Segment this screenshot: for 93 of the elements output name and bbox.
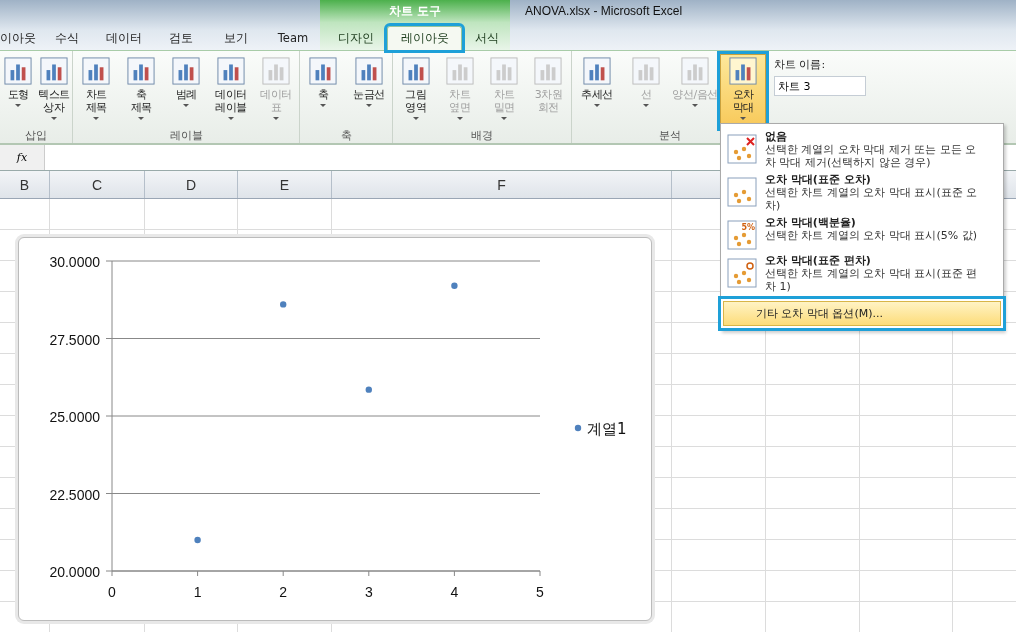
- group-label: 레이블: [168, 128, 204, 143]
- dropdown-caret-icon: [412, 117, 419, 120]
- chart-name-label: 차트 이름:: [774, 57, 827, 72]
- ribbon-button[interactable]: 추세선: [573, 54, 621, 128]
- ribbon-button[interactable]: 축 제목: [119, 54, 163, 128]
- group-label: 축: [339, 128, 353, 143]
- y-tick-label: 30.0000: [49, 254, 100, 270]
- ribbon-button[interactable]: 데이터 레이블: [209, 54, 253, 128]
- menu-item[interactable]: 없음 선택한 계열의 오차 막대 제거 또는 모든 오차 막대 제거(선택하지 않은 경우): [723, 128, 1001, 171]
- bar-chart-icon: [729, 57, 757, 85]
- menu-item[interactable]: 오차 막대(표준 편차) 선택한 차트 계열의 오차 막대 표시(표준 편차 1): [723, 252, 1001, 295]
- y-tick-label: 27.5000: [49, 331, 100, 348]
- dropdown-caret-icon: [643, 104, 649, 107]
- y-tick-label: 25.0000: [49, 409, 100, 425]
- ribbon-button[interactable]: 차트 제목: [74, 54, 118, 128]
- ribbon-button[interactable]: 범례: [164, 54, 208, 128]
- dropdown-caret-icon: [15, 104, 22, 107]
- ribbon-button[interactable]: 도형: [1, 54, 36, 128]
- data-point: [451, 282, 458, 289]
- function-label[interactable]: fx: [0, 145, 45, 170]
- column-header[interactable]: E: [238, 171, 332, 198]
- dropdown-caret-icon: [273, 117, 279, 120]
- column-header[interactable]: C: [50, 171, 145, 198]
- ribbon-button[interactable]: 그림 영역: [394, 54, 438, 128]
- bar-chart-icon: [681, 57, 709, 85]
- bar-chart-icon: [309, 57, 338, 85]
- ribbon-tab[interactable]: 수식: [40, 26, 94, 50]
- bar-chart-icon: [490, 57, 519, 85]
- dropdown-caret-icon: [501, 117, 508, 120]
- ribbon-tab[interactable]: 이아웃: [0, 26, 40, 50]
- bar-chart-icon: [401, 57, 430, 85]
- data-point: [280, 301, 287, 308]
- group-label: 삽입: [24, 128, 48, 143]
- dropdown-caret-icon: [365, 104, 372, 107]
- bar-chart-icon: [534, 57, 563, 85]
- ribbon-tab[interactable]: 검토: [153, 26, 209, 50]
- x-tick-label: 1: [193, 584, 202, 600]
- error-bar-icon: 5%: [727, 220, 757, 250]
- dropdown-caret-icon: [93, 117, 99, 120]
- error-bar-icon: [727, 177, 757, 207]
- window-title: ANOVA.xlsx - Microsoft Excel: [525, 4, 683, 18]
- dropdown-caret-icon: [740, 117, 746, 120]
- dropdown-caret-icon: [320, 104, 327, 107]
- dropdown-caret-icon: [138, 117, 144, 120]
- data-point: [365, 386, 372, 393]
- chart-name-field[interactable]: 차트 3: [774, 76, 866, 96]
- scatter-chart[interactable]: 20.0000 22.5000 25.0000 27.5000 30.0000 0 1 2 3 4 5 계열1: [18, 237, 652, 621]
- ribbon-button[interactable]: 축: [301, 54, 346, 128]
- ribbon-tab[interactable]: 보기: [209, 26, 262, 50]
- bar-chart-icon: [445, 57, 474, 85]
- bar-chart-icon: [583, 57, 611, 85]
- ribbon-tab[interactable]: 서식: [462, 26, 512, 50]
- x-tick-label: 4: [450, 584, 459, 600]
- y-tick-label: 22.5000: [49, 486, 100, 503]
- bar-chart-icon: [39, 57, 68, 85]
- x-tick-label: 0: [108, 584, 116, 600]
- ribbon-tab[interactable]: 데이터: [94, 26, 153, 50]
- ribbon-tab[interactable]: 디자인: [324, 26, 387, 50]
- bar-chart-icon: [172, 57, 200, 85]
- dropdown-caret-icon: [228, 117, 234, 120]
- contextual-group-title: 차트 도구: [387, 3, 443, 20]
- bar-chart-icon: [354, 57, 383, 85]
- bar-chart-icon: [217, 57, 245, 85]
- dropdown-caret-icon: [456, 117, 463, 120]
- x-tick-label: 2: [279, 584, 288, 600]
- dropdown-caret-icon: [692, 104, 698, 107]
- ribbon-button[interactable]: 눈금선: [346, 54, 391, 128]
- bar-chart-icon: [632, 57, 660, 85]
- menu-item[interactable]: 5% 오차 막대(백분율) 선택한 차트 계열의 오차 막대 표시(5% 값): [723, 214, 1001, 252]
- bar-chart-icon: [127, 57, 155, 85]
- x-tick-label: 3: [364, 584, 373, 600]
- error-bar-icon: [727, 134, 757, 164]
- column-header[interactable]: B: [0, 171, 50, 198]
- dropdown-caret-icon: [50, 117, 57, 120]
- dropdown-caret-icon: [594, 104, 600, 107]
- x-tick-label: 5: [536, 584, 544, 600]
- legend-label: 계열1: [587, 420, 627, 438]
- menu-item[interactable]: 오차 막대(표준 오차) 선택한 차트 계열의 오차 막대 표시(표준 오차): [723, 171, 1001, 214]
- column-header[interactable]: D: [145, 171, 238, 198]
- bar-chart-icon: [4, 57, 33, 85]
- bar-chart-icon: [262, 57, 290, 85]
- bar-chart-icon: [82, 57, 110, 85]
- y-tick-label: 20.0000: [49, 564, 100, 580]
- ribbon-button[interactable]: 오차 막대: [720, 54, 766, 128]
- ribbon-tab[interactable]: Team: [262, 26, 324, 50]
- data-point: [194, 536, 201, 544]
- group-label: 배경: [470, 128, 494, 143]
- ribbon-button[interactable]: 텍스트 상자: [36, 54, 71, 128]
- dropdown-caret-icon: [183, 104, 189, 107]
- ribbon-tab[interactable]: 레이아웃: [387, 26, 462, 50]
- column-header[interactable]: F: [332, 171, 672, 198]
- error-bar-icon: [727, 258, 757, 288]
- group-label: 분석: [657, 128, 682, 143]
